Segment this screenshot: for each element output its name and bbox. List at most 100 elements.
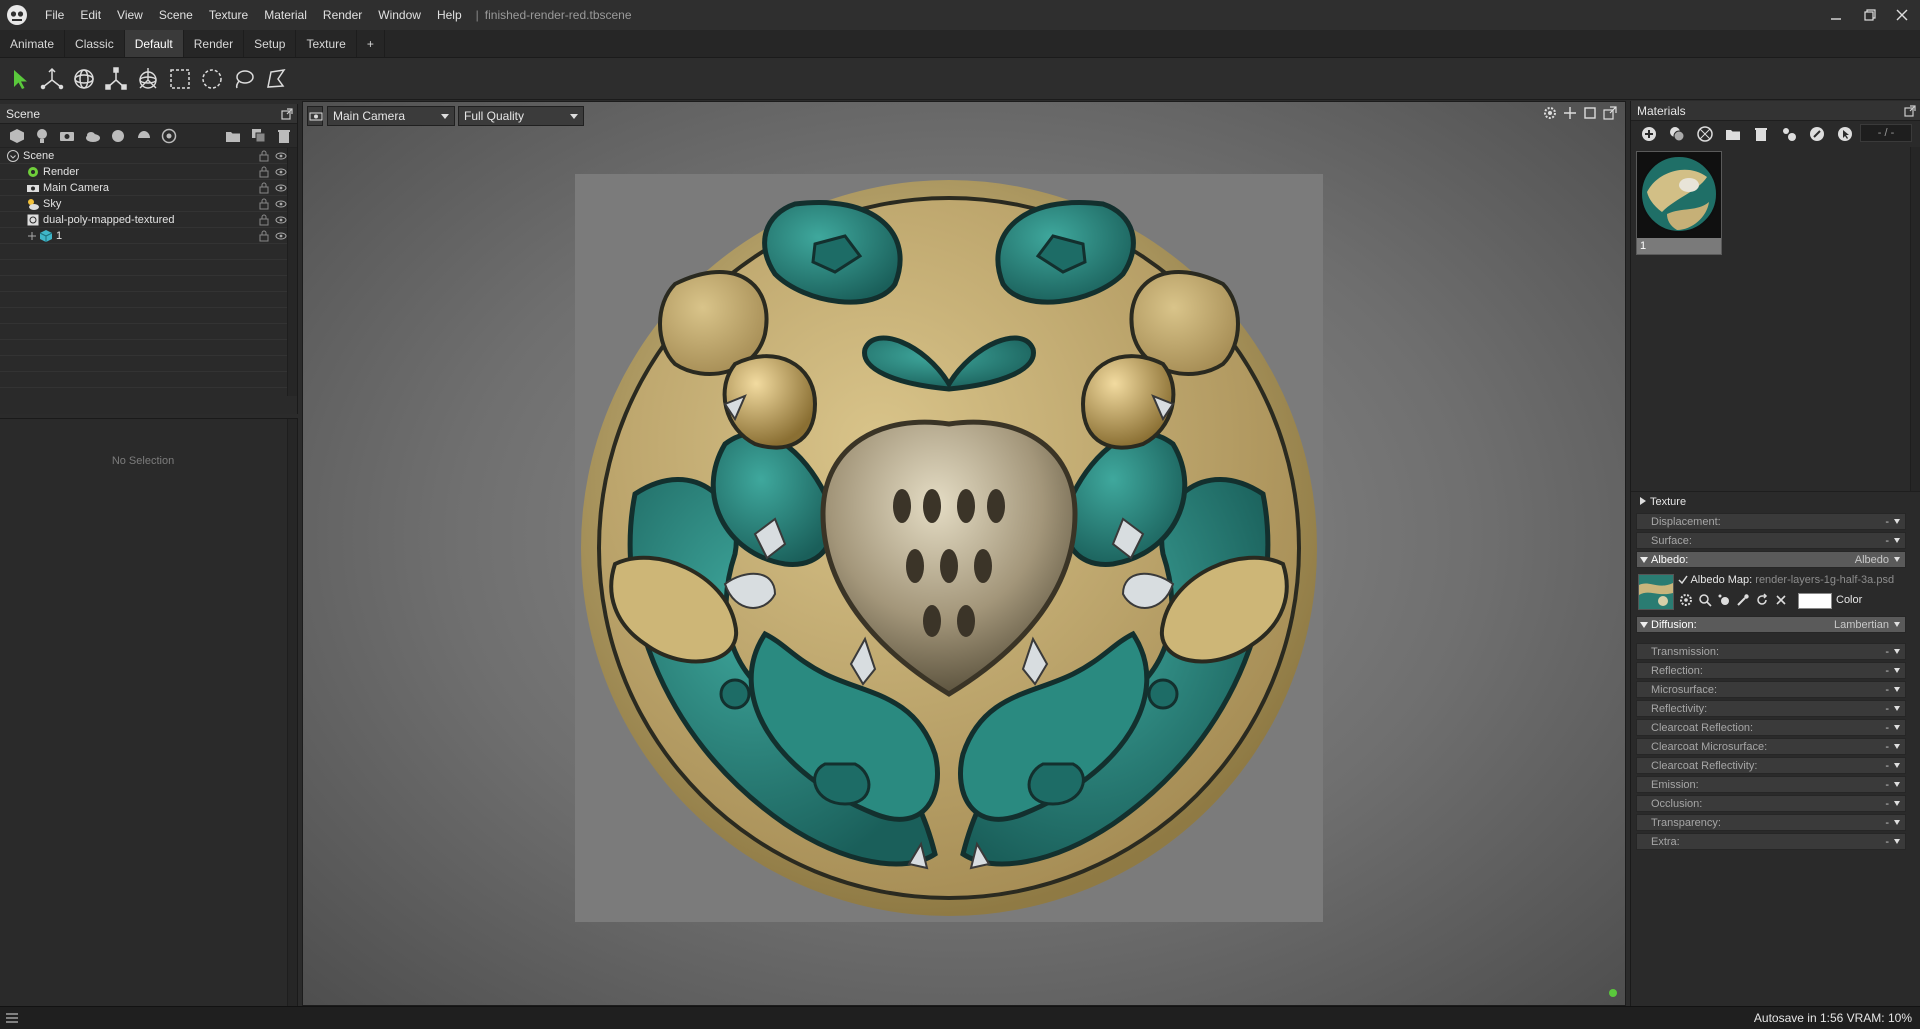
tab-setup[interactable]: Setup	[244, 30, 297, 57]
add-group-button[interactable]	[221, 125, 246, 147]
eye-icon[interactable]	[275, 214, 287, 226]
texture-section-header[interactable]: Texture	[1636, 493, 1906, 511]
checkmark-icon[interactable]	[1678, 575, 1688, 585]
eye-icon[interactable]	[275, 182, 287, 194]
albedo-map-filename[interactable]: render-layers-1g-half-3a.psd	[1755, 574, 1894, 586]
tree-item-main-camera[interactable]: Main Camera	[0, 180, 297, 196]
add-material-ball-button[interactable]	[156, 125, 181, 147]
add-sky-button[interactable]	[80, 125, 105, 147]
tree-item-sky[interactable]: Sky	[0, 196, 297, 212]
menu-scene[interactable]: Scene	[151, 0, 201, 30]
add-object-button[interactable]	[4, 125, 29, 147]
material-thumbnail[interactable]: 1	[1636, 151, 1722, 255]
map-paint-button[interactable]	[1716, 592, 1732, 608]
albedo-map-thumbnail[interactable]	[1638, 574, 1674, 610]
quality-select[interactable]: Full Quality	[458, 106, 584, 126]
emission-row[interactable]: Emission: -	[1636, 776, 1906, 793]
scene-tree-scrollbar[interactable]	[287, 148, 297, 396]
polygon-select-button[interactable]	[260, 63, 292, 95]
delete-button[interactable]	[272, 125, 297, 147]
restore-button[interactable]	[1854, 0, 1886, 30]
popout-icon[interactable]	[281, 108, 293, 120]
menu-material[interactable]: Material	[256, 0, 315, 30]
occlusion-row[interactable]: Occlusion: -	[1636, 795, 1906, 812]
select-tool-button[interactable]	[4, 63, 36, 95]
gear-icon[interactable]	[1543, 106, 1557, 120]
map-reload-button[interactable]	[1754, 592, 1770, 608]
eye-icon[interactable]	[275, 198, 287, 210]
clearcoat-reflection-row[interactable]: Clearcoat Reflection: -	[1636, 719, 1906, 736]
transparency-row[interactable]: Transparency: -	[1636, 814, 1906, 831]
expand-plus-icon[interactable]	[28, 231, 36, 240]
tab-default[interactable]: Default	[124, 30, 184, 57]
new-material-button[interactable]	[1635, 123, 1663, 145]
select-by-material-button[interactable]	[1831, 123, 1859, 145]
eye-icon[interactable]	[275, 166, 287, 178]
surface-row[interactable]: Surface: -	[1636, 532, 1906, 549]
delete-material-button[interactable]	[1747, 123, 1775, 145]
duplicate-material-button[interactable]	[1663, 123, 1691, 145]
eye-icon[interactable]	[275, 230, 287, 242]
eye-icon[interactable]	[275, 150, 287, 162]
lock-icon[interactable]	[259, 166, 269, 178]
popout-icon[interactable]	[1904, 105, 1916, 117]
minimize-button[interactable]	[1820, 0, 1852, 30]
materials-scrollbar[interactable]	[1910, 147, 1920, 491]
tree-item-render[interactable]: Render	[0, 164, 297, 180]
tab-animate[interactable]: Animate	[0, 30, 66, 57]
menu-window[interactable]: Window	[370, 0, 429, 30]
add-camera-button[interactable]	[55, 125, 80, 147]
albedo-color-swatch[interactable]	[1798, 593, 1832, 609]
popout-icon[interactable]	[1603, 106, 1617, 120]
duplicate-button[interactable]	[246, 125, 271, 147]
material-grid-button[interactable]	[1691, 123, 1719, 145]
displacement-row[interactable]: Displacement: -	[1636, 513, 1906, 530]
tab-render[interactable]: Render	[184, 30, 245, 57]
lock-icon[interactable]	[259, 214, 269, 226]
lock-icon[interactable]	[259, 182, 269, 194]
map-eyedropper-button[interactable]	[1735, 592, 1751, 608]
hamburger-menu-icon[interactable]	[6, 1013, 18, 1023]
map-clear-button[interactable]	[1773, 592, 1789, 608]
close-button[interactable]	[1886, 0, 1918, 30]
transmission-row[interactable]: Transmission: -	[1636, 643, 1906, 660]
viewport[interactable]: Main Camera Full Quality	[302, 101, 1626, 1006]
lasso-select-button[interactable]	[228, 63, 260, 95]
menu-edit[interactable]: Edit	[72, 0, 109, 30]
move-tool-button[interactable]	[36, 63, 68, 95]
transform-tool-button[interactable]	[132, 63, 164, 95]
tab-classic[interactable]: Classic	[65, 30, 125, 57]
menu-render[interactable]: Render	[315, 0, 370, 30]
tree-item-scene[interactable]: Scene	[0, 148, 297, 164]
rotate-tool-button[interactable]	[68, 63, 100, 95]
diffusion-row[interactable]: Diffusion: Lambertian	[1636, 616, 1906, 633]
camera-select[interactable]: Main Camera	[327, 106, 455, 126]
clearcoat-reflectivity-row[interactable]: Clearcoat Reflectivity: -	[1636, 757, 1906, 774]
scale-tool-button[interactable]	[100, 63, 132, 95]
open-material-button[interactable]	[1719, 123, 1747, 145]
tree-item-submesh-1[interactable]: 1	[0, 228, 297, 244]
tree-item-mesh-object[interactable]: dual-poly-mapped-textured	[0, 212, 297, 228]
tab-texture[interactable]: Texture	[296, 30, 357, 57]
rect-select-button[interactable]	[164, 63, 196, 95]
assign-material-button[interactable]	[1775, 123, 1803, 145]
pick-material-button[interactable]	[1803, 123, 1831, 145]
add-fog-button[interactable]	[131, 125, 156, 147]
maximize-icon[interactable]	[1583, 106, 1597, 120]
menu-texture[interactable]: Texture	[201, 0, 256, 30]
menu-help[interactable]: Help	[429, 0, 470, 30]
circle-select-button[interactable]	[196, 63, 228, 95]
viewport-options-button[interactable]	[307, 106, 323, 126]
lock-icon[interactable]	[259, 150, 269, 162]
add-shadow-catcher-button[interactable]	[106, 125, 131, 147]
menu-file[interactable]: File	[37, 0, 72, 30]
material-count-field[interactable]: - / -	[1860, 124, 1912, 142]
microsurface-row[interactable]: Microsurface: -	[1636, 681, 1906, 698]
properties-scrollbar[interactable]	[287, 419, 297, 1006]
map-zoom-button[interactable]	[1697, 592, 1713, 608]
reflection-row[interactable]: Reflection: -	[1636, 662, 1906, 679]
add-light-button[interactable]	[29, 125, 54, 147]
map-settings-button[interactable]	[1678, 592, 1694, 608]
clearcoat-microsurface-row[interactable]: Clearcoat Microsurface: -	[1636, 738, 1906, 755]
reflectivity-row[interactable]: Reflectivity: -	[1636, 700, 1906, 717]
